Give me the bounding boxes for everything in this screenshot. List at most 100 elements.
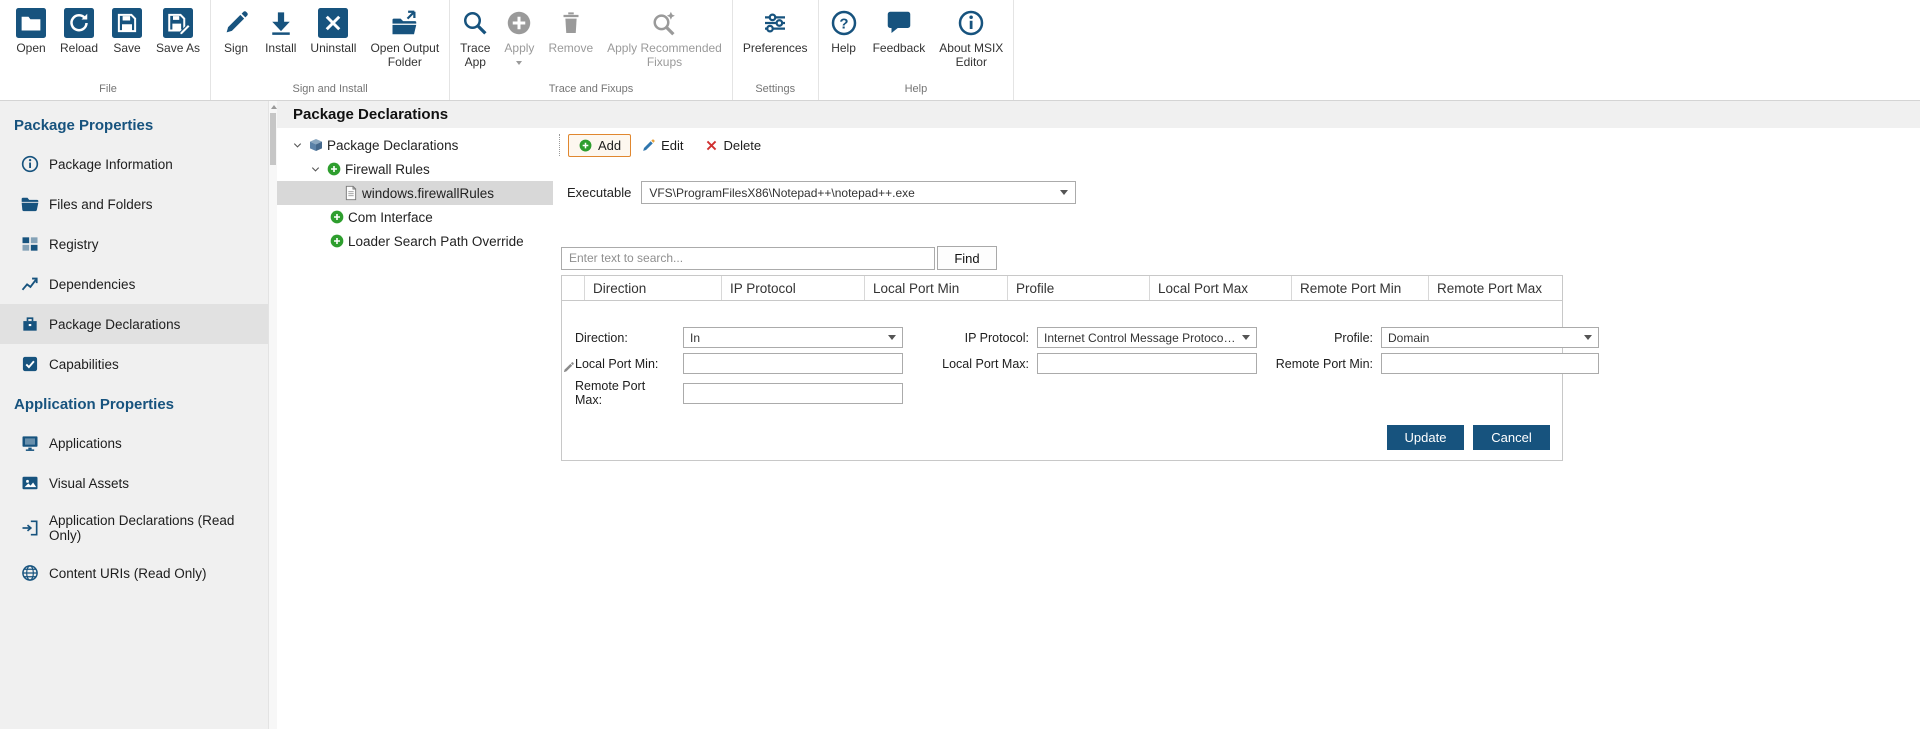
install-button-label: Install [265,42,296,56]
search-row: Find [561,246,1920,270]
tree-node-label: Loader Search Path Override [348,234,524,249]
sidebar-scrollbar[interactable] [268,101,277,729]
package-declarations-icon [20,314,40,334]
add-button[interactable]: Add [568,134,631,157]
tree-node-windows-firewallrules[interactable]: windows.firewallRules [277,181,553,205]
sidebar-item-files-and-folders[interactable]: Files and Folders [0,184,268,224]
about-msix-editor-button-label: About MSIX Editor [939,42,1003,70]
executable-label: Executable [567,185,631,200]
save-as-button[interactable]: Save As [149,5,207,59]
executable-dropdown[interactable]: VFS\ProgramFilesX86\Notepad++\notepad++.… [641,181,1076,204]
edit-pencil-icon [562,361,575,374]
feedback-button[interactable]: Feedback [866,5,933,59]
about-icon [956,8,986,38]
install-button[interactable]: Install [258,5,303,59]
tree-node-package-declarations[interactable]: Package Declarations [277,133,553,157]
apply-plus-icon [504,8,534,38]
remove-button-label: Remove [548,42,593,56]
column-header-local-port-max[interactable]: Local Port Max [1149,276,1291,300]
tree-node-label: windows.firewallRules [362,186,494,201]
sidebar-item-registry[interactable]: Registry [0,224,268,264]
column-header-direction[interactable]: Direction [584,276,721,300]
sidebar-item-dependencies[interactable]: Dependencies [0,264,268,304]
ribbon-group-sign-and-install: Sign Install Uninstall Open Output Folde… [211,0,450,100]
sidebar-item-package-declarations[interactable]: Package Declarations [0,304,268,344]
sidebar-item-label: Dependencies [49,277,135,292]
cancel-button[interactable]: Cancel [1473,425,1550,450]
help-button[interactable]: ? Help [822,5,866,59]
remote-port-max-input[interactable] [683,383,903,404]
tree-node-label: Firewall Rules [345,162,430,177]
profile-label: Profile: [1265,331,1373,345]
local-port-min-input[interactable] [683,353,903,374]
add-button-label: Add [598,138,621,153]
package-icon [308,137,324,153]
save-button[interactable]: Save [105,5,149,59]
local-port-max-input[interactable] [1037,353,1257,374]
uninstall-button[interactable]: Uninstall [303,5,363,59]
apply-button-label: Apply [504,42,534,56]
ribbon-group-settings: Preferences Settings [733,0,819,100]
ip-protocol-select[interactable]: Internet Control Message Protocol v4 (I.… [1037,327,1257,348]
chevron-down-icon [1584,335,1592,340]
trace-app-button-label: Trace App [460,42,490,70]
find-button[interactable]: Find [937,246,997,270]
sidebar-item-applications[interactable]: Applications [0,423,268,463]
feedback-icon [884,8,914,38]
remove-button[interactable]: Remove [541,5,600,59]
column-header-remote-port-max[interactable]: Remote Port Max [1428,276,1562,300]
remove-trash-icon [556,8,586,38]
preferences-icon [760,8,790,38]
column-header-local-port-min[interactable]: Local Port Min [864,276,1007,300]
content-area: Package Declarations Package Declaration… [277,101,1920,729]
scrollbar-up-arrow-icon[interactable] [271,105,277,109]
apply-button[interactable]: Apply [497,5,541,68]
search-input[interactable] [561,247,935,270]
trace-app-button[interactable]: Trace App [453,5,497,73]
page-title: Package Declarations [277,101,1920,128]
tree-node-loader-search-path-override[interactable]: Loader Search Path Override [277,229,553,253]
chevron-down-icon[interactable] [289,137,305,153]
sidebar-item-capabilities[interactable]: Capabilities [0,344,268,384]
apply-recommended-fixups-button[interactable]: Apply Recommended Fixups [600,5,729,73]
tree-node-firewall-rules[interactable]: Firewall Rules [277,157,553,181]
sidebar-item-application-declarations[interactable]: Application Declarations (Read Only) [0,503,268,553]
column-header-remote-port-min[interactable]: Remote Port Min [1291,276,1428,300]
detail-toolbar: Add Edit Delete [557,130,1920,160]
column-header-ip-protocol[interactable]: IP Protocol [721,276,864,300]
open-button[interactable]: Open [9,5,53,59]
update-button[interactable]: Update [1387,425,1464,450]
ribbon-group-label-help: Help [822,80,1011,100]
about-msix-editor-button[interactable]: About MSIX Editor [932,5,1010,73]
remote-port-min-label: Remote Port Min: [1265,357,1373,371]
chevron-down-icon [1242,335,1250,340]
trace-app-icon [460,8,490,38]
direction-select[interactable]: In [683,327,903,348]
sidebar-item-package-information[interactable]: Package Information [0,144,268,184]
preferences-button[interactable]: Preferences [736,5,815,59]
registry-icon [20,234,40,254]
firewall-rules-detail: Add Edit Delete Executable [553,128,1920,729]
sidebar-item-label: Applications [49,436,122,451]
sign-button[interactable]: Sign [214,5,258,59]
tree-node-com-interface[interactable]: Com Interface [277,205,553,229]
remote-port-min-input[interactable] [1381,353,1599,374]
ribbon-group-label-file: File [9,80,207,100]
reload-button[interactable]: Reload [53,5,105,59]
column-header-profile[interactable]: Profile [1007,276,1149,300]
direction-label: Direction: [575,331,675,345]
dependencies-icon [20,274,40,294]
delete-button[interactable]: Delete [694,134,772,157]
reload-button-label: Reload [60,42,98,56]
chevron-down-icon[interactable] [307,161,323,177]
sidebar-item-content-uris[interactable]: Content URIs (Read Only) [0,553,268,593]
ribbon-group-help: ? Help Feedback About MSIX Editor Help [819,0,1015,100]
open-output-folder-button[interactable]: Open Output Folder [363,5,446,73]
sidebar-item-visual-assets[interactable]: Visual Assets [0,463,268,503]
green-plus-icon [578,138,593,153]
scrollbar-thumb[interactable] [270,113,276,165]
edit-button[interactable]: Edit [631,134,693,157]
globe-icon [20,563,40,583]
profile-select[interactable]: Domain [1381,327,1599,348]
sidebar-item-label: Visual Assets [49,476,129,491]
